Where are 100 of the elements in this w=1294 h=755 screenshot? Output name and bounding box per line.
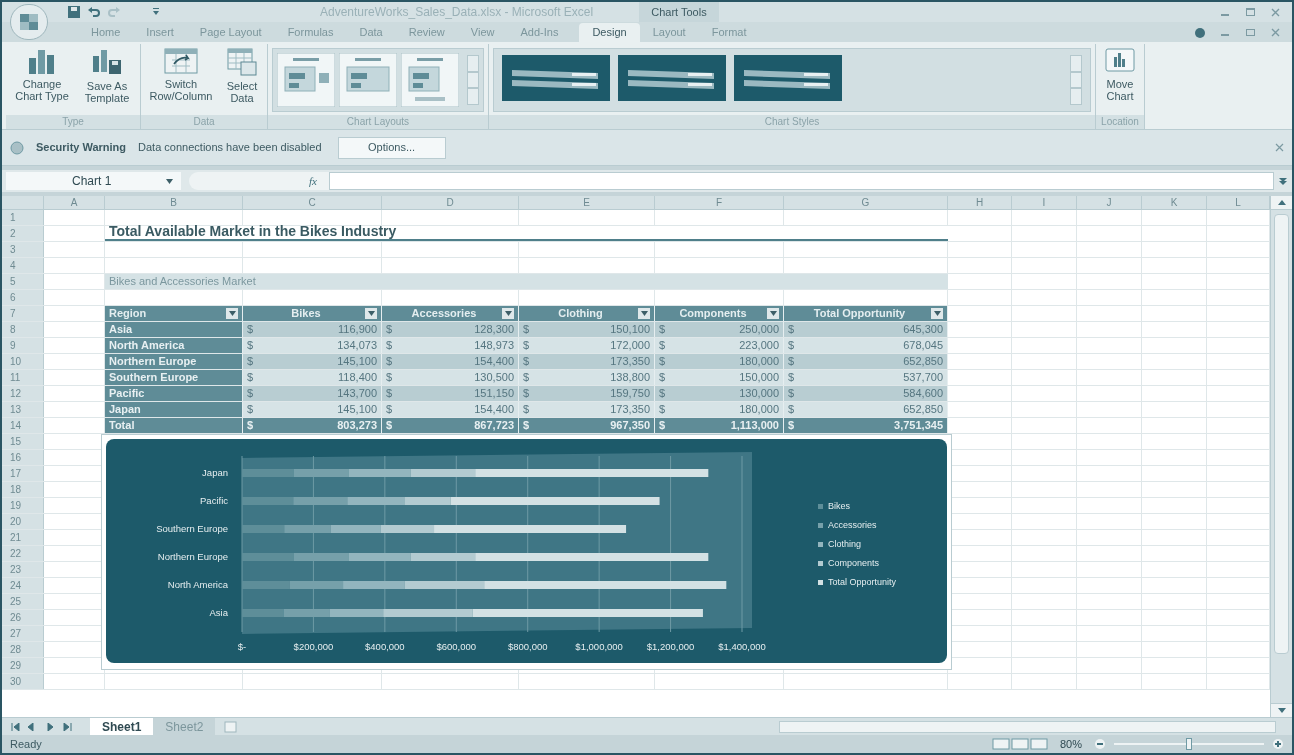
row-heading[interactable]: 11 — [2, 370, 44, 385]
column-heading[interactable]: F — [655, 196, 784, 209]
filter-button[interactable] — [767, 308, 779, 319]
ribbon-button[interactable]: Select Data — [221, 48, 263, 104]
currency-symbol: $ — [788, 418, 795, 434]
ribbon-tab[interactable]: Review — [395, 23, 458, 42]
row-heading[interactable]: 18 — [2, 482, 44, 497]
ribbon-tab[interactable]: Home — [78, 23, 134, 42]
row-heading[interactable]: 19 — [2, 498, 44, 513]
row-heading[interactable]: 21 — [2, 530, 44, 545]
ribbon-tab[interactable]: Data — [346, 23, 396, 42]
filter-button[interactable] — [638, 308, 650, 319]
chart-style-thumbnail[interactable] — [502, 55, 610, 101]
ribbon-tab[interactable]: Format — [698, 23, 760, 42]
row-heading[interactable]: 8 — [2, 322, 44, 337]
chart-style-thumbnail[interactable] — [618, 55, 726, 101]
undo-icon[interactable] — [88, 6, 100, 18]
chart-layout-thumbnail[interactable] — [339, 53, 397, 107]
scroll-down-button[interactable] — [1271, 703, 1292, 717]
column-heading[interactable]: K — [1142, 196, 1207, 209]
column-heading[interactable]: D — [382, 196, 519, 209]
row-heading[interactable]: 10 — [2, 354, 44, 369]
sheet-tab[interactable]: Sheet2 — [153, 717, 216, 736]
row-heading[interactable]: 13 — [2, 402, 44, 417]
ribbon-tab[interactable]: Insert — [133, 23, 187, 42]
row-heading[interactable]: 2 — [2, 226, 44, 241]
row-heading[interactable]: 5 — [2, 274, 44, 289]
row-heading[interactable]: 20 — [2, 514, 44, 529]
ribbon-button[interactable]: Change Chart Type — [10, 48, 74, 102]
ribbon-tab[interactable]: View — [457, 23, 508, 42]
row-heading[interactable]: 15 — [2, 434, 44, 449]
chart-frame[interactable]: Japan Pacific Southern Europe Northern Europe North America Asia $- $200,000 $400,000 $600,000 $800,000 $1,000,000 $1,200,000 $1,400,000 Bikes Accessories Clothing Components Total Opportunity — [101, 434, 952, 670]
column-heading[interactable]: C — [243, 196, 382, 209]
maximize-icon[interactable] — [1246, 7, 1255, 17]
formula-input[interactable] — [329, 172, 1274, 190]
ribbon-button[interactable]: Save As Template — [78, 48, 136, 104]
row-heading[interactable]: 14 — [2, 418, 44, 433]
region-cell-text: Northern Europe — [109, 354, 197, 370]
column-heading[interactable]: E — [519, 196, 655, 209]
filter-button[interactable] — [365, 308, 377, 319]
close-icon[interactable] — [1271, 7, 1280, 17]
zoom-in-icon[interactable] — [1272, 738, 1284, 750]
column-heading[interactable]: B — [105, 196, 243, 209]
vertical-scrollbar-thumb[interactable] — [1274, 214, 1289, 654]
options-button[interactable]: Options... — [337, 136, 446, 159]
row-heading[interactable]: 22 — [2, 546, 44, 561]
horizontal-scrollbar[interactable] — [779, 720, 1276, 733]
ribbon-tab[interactable]: Design — [579, 23, 640, 42]
row-heading[interactable]: 27 — [2, 626, 44, 641]
legend-label: Total Opportunity — [828, 577, 897, 587]
row-heading[interactable]: 1 — [2, 210, 44, 225]
scroll-up-button[interactable] — [1271, 196, 1292, 210]
row-heading[interactable]: 3 — [2, 242, 44, 257]
column-header-cell: Components — [655, 306, 784, 321]
zoom-level[interactable]: 80% — [1059, 735, 1082, 753]
row-heading[interactable]: 28 — [2, 642, 44, 657]
zoom-slider-thumb[interactable] — [1186, 738, 1192, 750]
view-buttons-icon[interactable] — [991, 738, 1048, 750]
chart-layout-thumbnail[interactable] — [277, 53, 335, 107]
insert-function-button[interactable]: fx — [309, 172, 317, 190]
column-heading[interactable]: H — [948, 196, 1012, 209]
filter-button[interactable] — [931, 308, 943, 319]
row-heading[interactable]: 24 — [2, 578, 44, 593]
office-button[interactable] — [10, 4, 48, 40]
column-heading[interactable]: A — [44, 196, 105, 209]
row-heading[interactable]: 12 — [2, 386, 44, 401]
customize-toolbar-icon[interactable] — [152, 8, 160, 16]
currency-symbol: $ — [386, 370, 393, 386]
row-heading[interactable]: 4 — [2, 258, 44, 273]
expand-icon[interactable] — [1278, 176, 1288, 186]
column-heading[interactable]: J — [1077, 196, 1142, 209]
row-heading[interactable]: 16 — [2, 450, 44, 465]
row-heading[interactable]: 30 — [2, 674, 44, 689]
row-heading[interactable]: 7 — [2, 306, 44, 321]
ribbon-tab[interactable]: Add-Ins — [507, 23, 572, 42]
chart-style-thumbnail[interactable] — [734, 55, 842, 101]
ribbon-button[interactable]: Move Chart — [1100, 48, 1140, 102]
close-icon[interactable] — [1275, 143, 1284, 152]
save-icon[interactable] — [68, 6, 80, 18]
restore-icon[interactable] — [1246, 28, 1255, 37]
row-heading[interactable]: 23 — [2, 562, 44, 577]
row-heading[interactable]: 29 — [2, 658, 44, 673]
ribbon-tab[interactable]: Layout — [639, 23, 699, 42]
filter-button[interactable] — [502, 308, 514, 319]
ribbon-tab[interactable]: Formulas — [274, 23, 347, 42]
row-heading[interactable]: 25 — [2, 594, 44, 609]
column-heading[interactable]: G — [784, 196, 948, 209]
chart-layout-thumbnail[interactable] — [401, 53, 459, 107]
close-icon[interactable] — [1271, 28, 1280, 37]
row-heading[interactable]: 9 — [2, 338, 44, 353]
column-heading[interactable]: I — [1012, 196, 1077, 209]
sheet-tab[interactable]: Sheet1 — [90, 717, 154, 736]
filter-button[interactable] — [226, 308, 238, 319]
row-heading[interactable]: 17 — [2, 466, 44, 481]
zoom-out-icon[interactable] — [1094, 738, 1106, 750]
ribbon-tab[interactable]: Page Layout — [186, 23, 275, 42]
row-heading[interactable]: 6 — [2, 290, 44, 305]
ribbon-button[interactable]: Switch Row/Column — [145, 48, 217, 102]
row-heading[interactable]: 26 — [2, 610, 44, 625]
name-box[interactable]: Chart 1 — [6, 172, 181, 190]
